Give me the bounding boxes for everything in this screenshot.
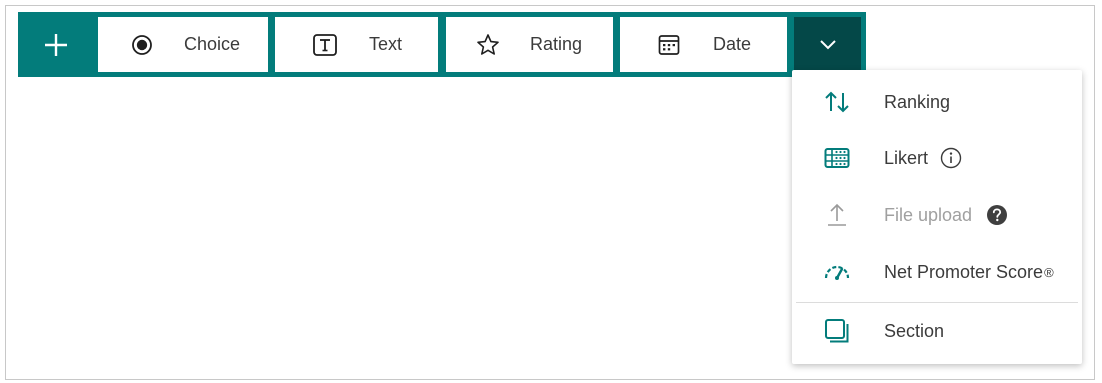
star-icon bbox=[476, 33, 500, 57]
menu-item-label: Ranking bbox=[884, 91, 951, 112]
text-label: Text bbox=[369, 34, 403, 54]
menu-item-section[interactable]: Section bbox=[792, 303, 1082, 359]
menu-item-label-wrap: Net Promoter Score ® bbox=[884, 262, 1054, 283]
menu-item-label: Section bbox=[884, 320, 945, 341]
menu-item-label: Net Promoter Score bbox=[884, 261, 1044, 282]
more-question-types-menu: Ranking Likert File upload Net Promoter … bbox=[792, 70, 1082, 364]
date-label: Date bbox=[713, 34, 752, 54]
info-icon[interactable] bbox=[940, 147, 962, 169]
menu-item-net-promoter-score[interactable]: Net Promoter Score ® bbox=[792, 244, 1082, 300]
menu-item-label-wrap: Likert bbox=[884, 147, 962, 169]
add-question-button[interactable] bbox=[18, 12, 94, 77]
section-icon bbox=[822, 316, 852, 346]
text-button[interactable]: Text bbox=[275, 17, 438, 72]
calendar-icon bbox=[657, 33, 681, 57]
rating-label: Rating bbox=[530, 34, 583, 54]
menu-item-label: File upload bbox=[884, 204, 973, 225]
plus-icon bbox=[45, 33, 67, 56]
choice-button[interactable]: Choice bbox=[98, 17, 268, 72]
menu-item-file-upload[interactable]: File upload bbox=[792, 187, 1082, 243]
rating-button[interactable]: Rating bbox=[446, 17, 613, 72]
menu-item-label-wrap: File upload bbox=[884, 204, 1008, 226]
menu-item-ranking[interactable]: Ranking bbox=[792, 74, 1082, 130]
likert-grid-icon bbox=[822, 143, 852, 173]
gauge-icon bbox=[822, 257, 852, 287]
choice-label: Choice bbox=[184, 34, 241, 54]
registered-mark: ® bbox=[1044, 264, 1054, 280]
upload-icon bbox=[822, 200, 852, 230]
radio-icon bbox=[130, 33, 154, 57]
date-button[interactable]: Date bbox=[620, 17, 787, 72]
help-icon[interactable] bbox=[986, 204, 1008, 226]
sort-arrows-icon bbox=[822, 87, 852, 117]
question-type-toolbar: Choice Text Rating Date bbox=[18, 12, 866, 77]
more-question-types-button[interactable] bbox=[794, 17, 861, 72]
menu-item-label: Likert bbox=[884, 147, 929, 168]
chevron-down-icon bbox=[819, 39, 836, 49]
text-icon bbox=[313, 33, 337, 57]
menu-item-likert[interactable]: Likert bbox=[792, 130, 1082, 186]
